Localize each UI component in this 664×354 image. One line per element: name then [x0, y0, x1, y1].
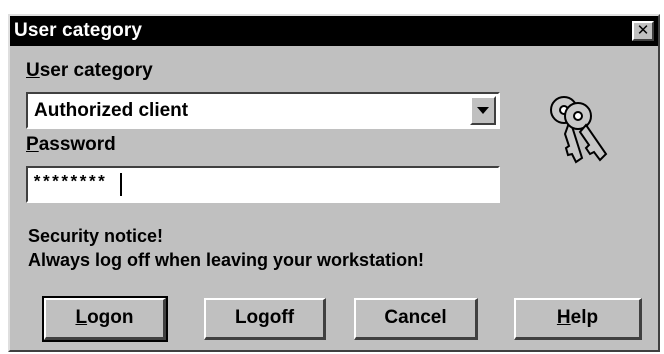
- help-mnemonic: H: [556, 307, 571, 328]
- help-label: elp: [570, 307, 599, 328]
- keys-icon: [550, 96, 608, 164]
- help-button[interactable]: Help: [514, 298, 642, 340]
- close-button[interactable]: ✕: [632, 21, 654, 41]
- password-label-text: assword: [38, 134, 116, 155]
- text-caret: [120, 173, 122, 196]
- close-icon: ✕: [636, 22, 650, 39]
- user-category-dialog: User category ✕ User category Authorized…: [8, 14, 660, 352]
- dropdown-arrow-button[interactable]: [470, 96, 496, 125]
- user-category-select[interactable]: Authorized client: [26, 92, 500, 129]
- logon-button[interactable]: Logon: [42, 296, 168, 342]
- cancel-label: Cancel: [384, 307, 447, 328]
- security-notice-text: Always log off when leaving your worksta…: [28, 250, 425, 270]
- logoff-label-pre: Lo: [234, 307, 259, 328]
- password-label: Password: [26, 134, 116, 156]
- logon-mnemonic: L: [75, 307, 88, 328]
- logoff-label: off: [269, 307, 295, 328]
- title-bar[interactable]: User category ✕: [10, 16, 658, 46]
- chevron-down-icon: [477, 107, 489, 114]
- password-field[interactable]: ********: [26, 166, 500, 203]
- logoff-mnemonic: g: [258, 307, 270, 328]
- logon-label: ogon: [87, 307, 134, 328]
- user-category-label-text: ser category: [39, 60, 153, 81]
- logoff-button[interactable]: Logoff: [204, 298, 326, 340]
- window-title: User category: [14, 20, 143, 41]
- user-category-value: Authorized client: [34, 100, 189, 121]
- password-label-mnemonic: P: [26, 134, 39, 155]
- password-value: ********: [32, 174, 107, 193]
- security-notice-heading: Security notice!: [28, 226, 164, 246]
- user-category-label-mnemonic: U: [26, 60, 40, 81]
- cancel-button[interactable]: Cancel: [354, 298, 478, 340]
- user-category-label: User category: [26, 60, 153, 82]
